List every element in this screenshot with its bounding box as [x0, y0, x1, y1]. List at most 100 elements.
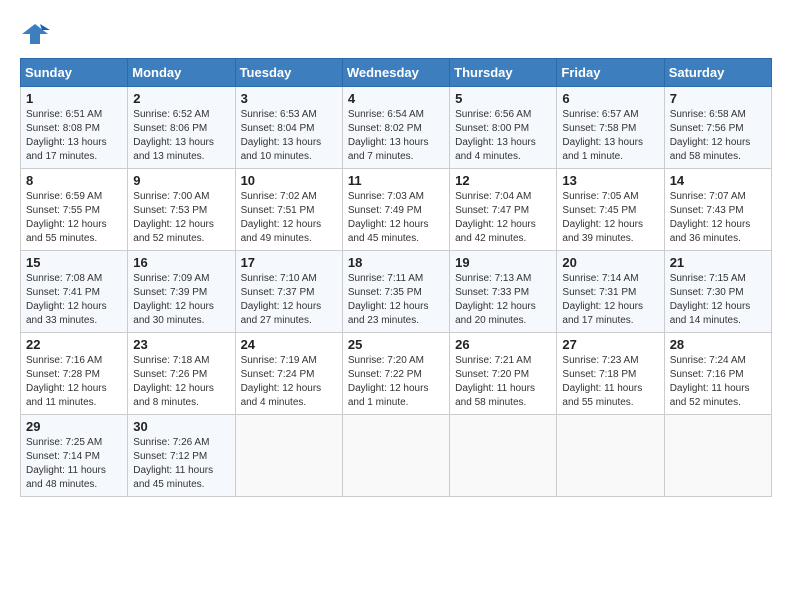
- calendar-cell: [557, 415, 664, 497]
- calendar-cell: 8Sunrise: 6:59 AM Sunset: 7:55 PM Daylig…: [21, 169, 128, 251]
- day-info: Sunrise: 7:05 AM Sunset: 7:45 PM Dayligh…: [562, 190, 658, 246]
- day-info: Sunrise: 6:51 AM Sunset: 8:08 PM Dayligh…: [26, 108, 122, 164]
- day-info: Sunrise: 7:18 AM Sunset: 7:26 PM Dayligh…: [133, 354, 229, 410]
- day-info: Sunrise: 7:10 AM Sunset: 7:37 PM Dayligh…: [241, 272, 337, 328]
- day-number: 29: [26, 419, 122, 434]
- calendar-cell: 25 Sunrise: 7:20 AM Sunset: 7:22 PM Dayli…: [342, 333, 449, 415]
- day-info: Sunrise: 6:54 AM Sunset: 8:02 PM Dayligh…: [348, 108, 444, 164]
- day-header-thursday: Thursday: [450, 59, 557, 87]
- calendar-cell: 5 Sunrise: 6:56 AM Sunset: 8:00 PM Daylig…: [450, 87, 557, 169]
- day-info: Sunrise: 7:20 AM Sunset: 7:22 PM Dayligh…: [348, 354, 444, 410]
- day-number: 14: [670, 173, 766, 188]
- day-number: 30: [133, 419, 229, 434]
- calendar-cell: 12 Sunrise: 7:04 AM Sunset: 7:47 PM Dayli…: [450, 169, 557, 251]
- calendar-cell: 10 Sunrise: 7:02 AM Sunset: 7:51 PM Dayli…: [235, 169, 342, 251]
- calendar-cell: [450, 415, 557, 497]
- day-number: 15: [26, 255, 122, 270]
- calendar-cell: 14 Sunrise: 7:07 AM Sunset: 7:43 PM Dayli…: [664, 169, 771, 251]
- calendar-cell: 1 Sunrise: 6:51 AM Sunset: 8:08 PM Daylig…: [21, 87, 128, 169]
- calendar-cell: 13 Sunrise: 7:05 AM Sunset: 7:45 PM Dayli…: [557, 169, 664, 251]
- calendar-week-3: 15 Sunrise: 7:08 AM Sunset: 7:41 PM Dayli…: [21, 251, 772, 333]
- day-number: 9: [133, 173, 229, 188]
- calendar-cell: 3 Sunrise: 6:53 AM Sunset: 8:04 PM Daylig…: [235, 87, 342, 169]
- calendar-cell: 6 Sunrise: 6:57 AM Sunset: 7:58 PM Daylig…: [557, 87, 664, 169]
- day-info: Sunrise: 7:15 AM Sunset: 7:30 PM Dayligh…: [670, 272, 766, 328]
- day-info: Sunrise: 7:14 AM Sunset: 7:31 PM Dayligh…: [562, 272, 658, 328]
- calendar-cell: 29 Sunrise: 7:25 AM Sunset: 7:14 PM Dayli…: [21, 415, 128, 497]
- day-number: 20: [562, 255, 658, 270]
- day-info: Sunrise: 7:16 AM Sunset: 7:28 PM Dayligh…: [26, 354, 122, 410]
- day-header-monday: Monday: [128, 59, 235, 87]
- day-header-tuesday: Tuesday: [235, 59, 342, 87]
- day-number: 6: [562, 91, 658, 106]
- day-info: Sunrise: 7:03 AM Sunset: 7:49 PM Dayligh…: [348, 190, 444, 246]
- day-number: 13: [562, 173, 658, 188]
- calendar-cell: 24 Sunrise: 7:19 AM Sunset: 7:24 PM Dayli…: [235, 333, 342, 415]
- calendar-cell: 17 Sunrise: 7:10 AM Sunset: 7:37 PM Dayli…: [235, 251, 342, 333]
- day-header-sunday: Sunday: [21, 59, 128, 87]
- day-number: 24: [241, 337, 337, 352]
- day-number: 26: [455, 337, 551, 352]
- day-number: 27: [562, 337, 658, 352]
- calendar-cell: 26Sunrise: 7:21 AM Sunset: 7:20 PM Dayli…: [450, 333, 557, 415]
- day-number: 1: [26, 91, 122, 106]
- day-info: Sunrise: 7:08 AM Sunset: 7:41 PM Dayligh…: [26, 272, 122, 328]
- calendar-cell: 19Sunrise: 7:13 AM Sunset: 7:33 PM Dayli…: [450, 251, 557, 333]
- day-number: 17: [241, 255, 337, 270]
- calendar-cell: [664, 415, 771, 497]
- calendar-cell: 16 Sunrise: 7:09 AM Sunset: 7:39 PM Dayli…: [128, 251, 235, 333]
- day-info: Sunrise: 7:23 AM Sunset: 7:18 PM Dayligh…: [562, 354, 658, 410]
- logo-icon: [20, 20, 50, 48]
- day-number: 16: [133, 255, 229, 270]
- day-info: Sunrise: 7:19 AM Sunset: 7:24 PM Dayligh…: [241, 354, 337, 410]
- day-header-saturday: Saturday: [664, 59, 771, 87]
- calendar-cell: 11 Sunrise: 7:03 AM Sunset: 7:49 PM Dayli…: [342, 169, 449, 251]
- day-number: 12: [455, 173, 551, 188]
- day-info: Sunrise: 6:58 AM Sunset: 7:56 PM Dayligh…: [670, 108, 766, 164]
- calendar-cell: 23 Sunrise: 7:18 AM Sunset: 7:26 PM Dayli…: [128, 333, 235, 415]
- day-info: Sunrise: 7:00 AM Sunset: 7:53 PM Dayligh…: [133, 190, 229, 246]
- day-info: Sunrise: 7:11 AM Sunset: 7:35 PM Dayligh…: [348, 272, 444, 328]
- calendar-cell: 21 Sunrise: 7:15 AM Sunset: 7:30 PM Dayli…: [664, 251, 771, 333]
- day-info: Sunrise: 7:09 AM Sunset: 7:39 PM Dayligh…: [133, 272, 229, 328]
- calendar-cell: 30Sunrise: 7:26 AM Sunset: 7:12 PM Dayli…: [128, 415, 235, 497]
- calendar-cell: 2 Sunrise: 6:52 AM Sunset: 8:06 PM Daylig…: [128, 87, 235, 169]
- header: [20, 20, 772, 48]
- day-header-wednesday: Wednesday: [342, 59, 449, 87]
- day-info: Sunrise: 6:56 AM Sunset: 8:00 PM Dayligh…: [455, 108, 551, 164]
- day-number: 7: [670, 91, 766, 106]
- calendar-cell: 22Sunrise: 7:16 AM Sunset: 7:28 PM Dayli…: [21, 333, 128, 415]
- calendar-cell: 4Sunrise: 6:54 AM Sunset: 8:02 PM Daylig…: [342, 87, 449, 169]
- day-number: 25: [348, 337, 444, 352]
- calendar-cell: [342, 415, 449, 497]
- calendar-week-1: 1 Sunrise: 6:51 AM Sunset: 8:08 PM Daylig…: [21, 87, 772, 169]
- calendar-cell: 7 Sunrise: 6:58 AM Sunset: 7:56 PM Daylig…: [664, 87, 771, 169]
- calendar-header-row: SundayMondayTuesdayWednesdayThursdayFrid…: [21, 59, 772, 87]
- logo: [20, 20, 54, 48]
- calendar-cell: 28 Sunrise: 7:24 AM Sunset: 7:16 PM Dayli…: [664, 333, 771, 415]
- day-info: Sunrise: 7:04 AM Sunset: 7:47 PM Dayligh…: [455, 190, 551, 246]
- day-info: Sunrise: 7:07 AM Sunset: 7:43 PM Dayligh…: [670, 190, 766, 246]
- calendar-cell: 27 Sunrise: 7:23 AM Sunset: 7:18 PM Dayli…: [557, 333, 664, 415]
- day-number: 21: [670, 255, 766, 270]
- day-number: 3: [241, 91, 337, 106]
- calendar-table: SundayMondayTuesdayWednesdayThursdayFrid…: [20, 58, 772, 497]
- day-number: 8: [26, 173, 122, 188]
- day-number: 5: [455, 91, 551, 106]
- calendar-cell: [235, 415, 342, 497]
- day-info: Sunrise: 7:25 AM Sunset: 7:14 PM Dayligh…: [26, 436, 122, 492]
- day-info: Sunrise: 6:53 AM Sunset: 8:04 PM Dayligh…: [241, 108, 337, 164]
- day-number: 28: [670, 337, 766, 352]
- day-header-friday: Friday: [557, 59, 664, 87]
- day-number: 11: [348, 173, 444, 188]
- calendar-cell: 20 Sunrise: 7:14 AM Sunset: 7:31 PM Dayli…: [557, 251, 664, 333]
- day-number: 2: [133, 91, 229, 106]
- day-info: Sunrise: 6:52 AM Sunset: 8:06 PM Dayligh…: [133, 108, 229, 164]
- day-info: Sunrise: 7:02 AM Sunset: 7:51 PM Dayligh…: [241, 190, 337, 246]
- day-info: Sunrise: 6:57 AM Sunset: 7:58 PM Dayligh…: [562, 108, 658, 164]
- day-number: 10: [241, 173, 337, 188]
- calendar-week-5: 29 Sunrise: 7:25 AM Sunset: 7:14 PM Dayli…: [21, 415, 772, 497]
- calendar-cell: 18Sunrise: 7:11 AM Sunset: 7:35 PM Dayli…: [342, 251, 449, 333]
- day-number: 23: [133, 337, 229, 352]
- day-info: Sunrise: 7:24 AM Sunset: 7:16 PM Dayligh…: [670, 354, 766, 410]
